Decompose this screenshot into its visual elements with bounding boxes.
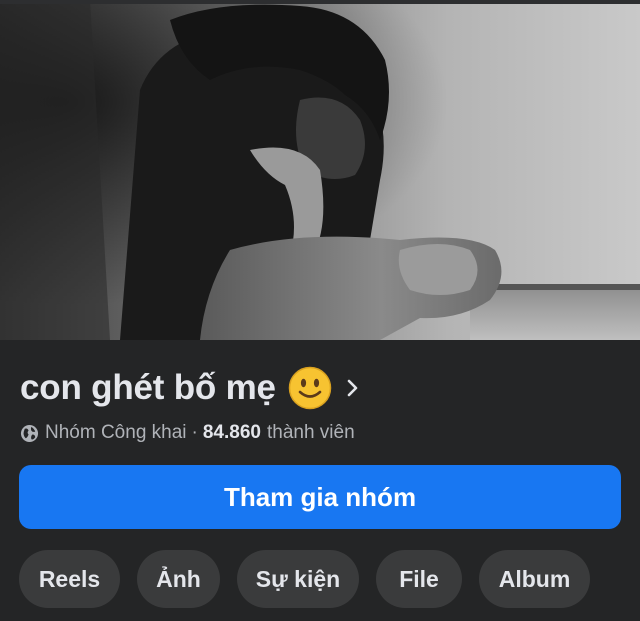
tab-photos[interactable]: Ảnh [137, 550, 220, 608]
status-strip [0, 0, 640, 4]
globe-icon [20, 424, 39, 442]
member-count: 84.860 [202, 422, 261, 443]
meta-separator: · [191, 422, 198, 443]
tab-files[interactable]: File [376, 550, 462, 608]
cover-photo[interactable] [0, 0, 640, 340]
group-title-row[interactable]: con ghét bố mẹ [20, 362, 620, 414]
tab-albums[interactable]: Album [479, 550, 590, 608]
chevron-right-icon[interactable] [346, 378, 360, 398]
join-group-button[interactable]: Tham gia nhóm [19, 465, 621, 529]
cover-photo-image [0, 0, 640, 340]
tab-reels[interactable]: Reels [19, 550, 120, 608]
group-title: con ghét bố mẹ [20, 368, 276, 407]
member-label: thành viên [266, 422, 355, 443]
group-info: con ghét bố mẹ Nhóm Công khai · 84.860 t… [20, 362, 620, 449]
slightly-smiling-face-icon [288, 366, 332, 410]
group-tabs: Reels Ảnh Sự kiện File Album [19, 550, 607, 608]
privacy-label: Nhóm Công khai [45, 422, 187, 443]
tab-events[interactable]: Sự kiện [237, 550, 359, 608]
group-meta: Nhóm Công khai · 84.860 thành viên [20, 417, 620, 449]
